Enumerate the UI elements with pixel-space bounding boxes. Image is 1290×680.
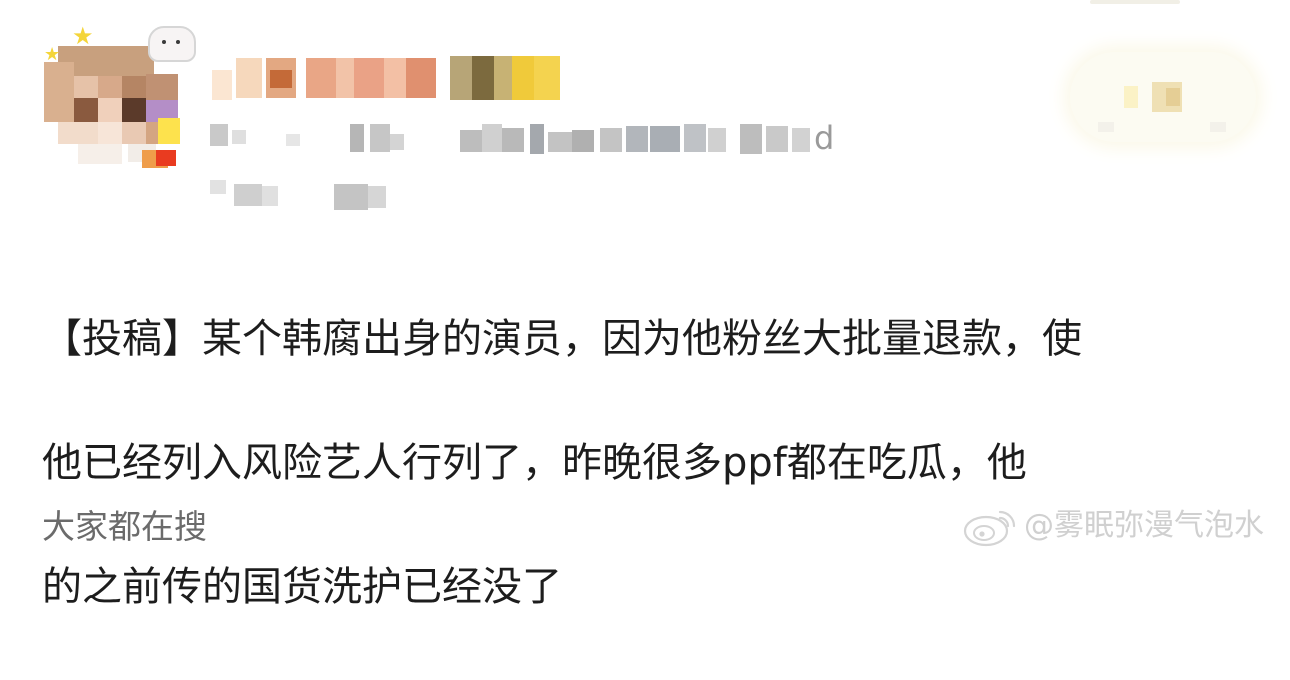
post-body-line: 他已经列入风险艺人行列了，昨晚很多ppf都在吃瓜，他	[42, 440, 1027, 486]
star-icon: ★	[72, 22, 94, 50]
trending-search-label[interactable]: 大家都在搜	[42, 505, 207, 549]
post-body-text: 【投稿】某个韩腐出身的演员，因为他粉丝大批量退款，使 他已经列入风险艺人行列了，…	[42, 246, 1252, 680]
top-divider	[1090, 0, 1180, 4]
post-body-line: 的之前传的国货洗护已经没了	[42, 564, 562, 610]
post-body-line: 【投稿】某个韩腐出身的演员，因为他粉丝大批量退款，使	[42, 316, 1082, 362]
avatar[interactable]: ★ ★	[38, 18, 196, 168]
weibo-logo-icon	[963, 510, 1016, 547]
weibo-post-card: ★ ★ d 【投稿】某个韩腐出身的演员，因为他粉丝大批量退款，使 他已经列入风险…	[0, 0, 1290, 610]
post-meta-suffix: d	[814, 119, 835, 157]
sticker-bear-icon	[148, 26, 196, 62]
watermark-text: @雾眠弥漫气泡水	[1024, 508, 1264, 543]
follow-button[interactable]	[1070, 52, 1256, 142]
star-icon: ★	[44, 44, 61, 65]
watermark: @雾眠弥漫气泡水	[962, 503, 1264, 549]
